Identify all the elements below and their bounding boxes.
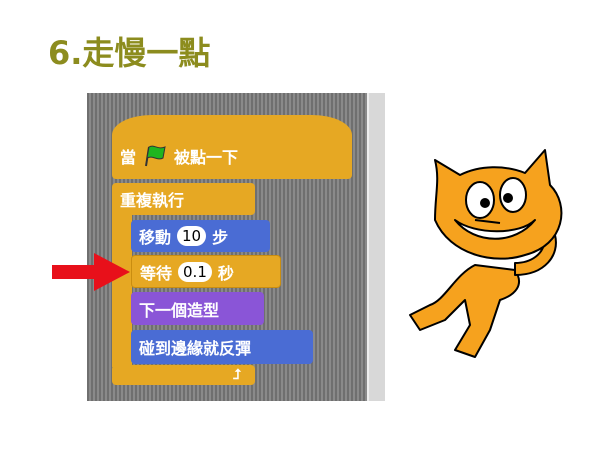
bounce-block[interactable]: 碰到邊緣就反彈 (131, 330, 313, 364)
red-arrow-icon (52, 253, 130, 291)
wait-pre: 等待 (140, 263, 173, 283)
hat-pre: 當 (120, 148, 137, 167)
wait-seconds-block[interactable]: 等待 0.1 秒 (131, 255, 281, 288)
forever-bottom: ⮥ (112, 365, 255, 385)
forever-label: 重複執行 (120, 191, 185, 210)
when-flag-clicked-block[interactable]: 當 被點一下 (112, 115, 352, 179)
scratch-cat-icon (409, 149, 563, 358)
scripts-area: 當 被點一下 重複執行 ⮥ 移動 10 步 等待 0.1 秒 下一個造型 碰到邊… (87, 93, 385, 401)
slide-title: 6.走慢一點 (48, 34, 211, 72)
next-costume-label: 下一個造型 (139, 300, 220, 320)
loop-arrow-icon: ⮥ (232, 367, 241, 383)
next-costume-block[interactable]: 下一個造型 (131, 292, 264, 325)
scrollbar[interactable] (367, 93, 385, 401)
bounce-label: 碰到邊緣就反彈 (139, 339, 252, 358)
move-post: 步 (212, 228, 229, 247)
seconds-input[interactable]: 0.1 (178, 261, 212, 282)
green-flag-icon (145, 145, 166, 167)
forever-block[interactable]: 重複執行 (112, 183, 255, 215)
hat-post: 被點一下 (174, 148, 239, 167)
move-steps-block[interactable]: 移動 10 步 (131, 220, 270, 252)
wait-post: 秒 (217, 263, 234, 283)
move-pre: 移動 (139, 228, 172, 247)
steps-input[interactable]: 10 (177, 226, 207, 246)
